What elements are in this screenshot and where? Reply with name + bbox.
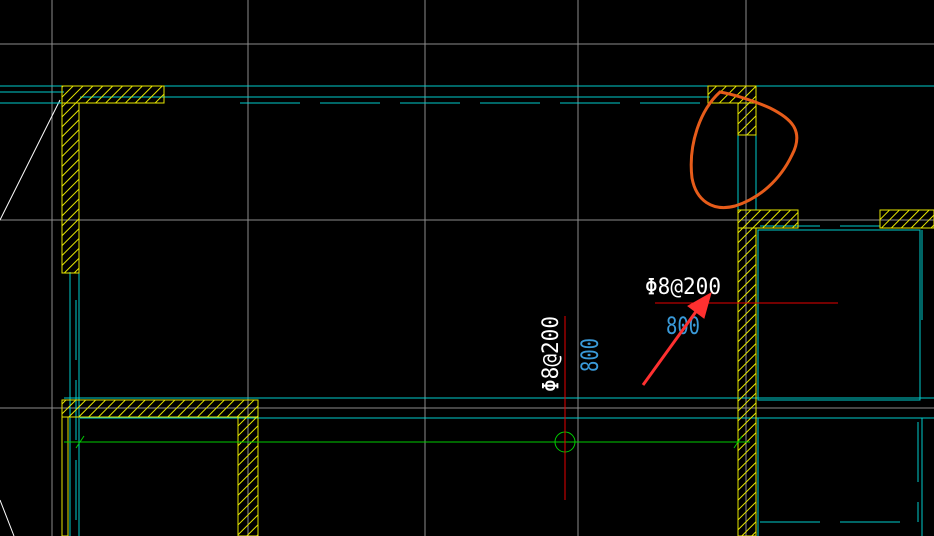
cad-viewport[interactable]: Φ8@200 800 Φ8@200 800: [0, 0, 934, 536]
wall-segment: [61, 102, 80, 274]
vertical-rebar-spec[interactable]: Φ8@200: [539, 316, 564, 392]
grid-lines: [0, 0, 934, 536]
dashed-lines: [75, 102, 919, 536]
hatched-walls: [61, 85, 934, 536]
wall-segment: [61, 416, 69, 536]
dimension-line: [64, 431, 750, 453]
wall-segment: [737, 102, 757, 136]
horizontal-rebar-length[interactable]: 800: [666, 312, 700, 340]
wall-segment: [237, 416, 259, 536]
cad-drawing[interactable]: Φ8@200 800 Φ8@200 800: [0, 0, 934, 536]
diagonal-lines: [0, 99, 61, 536]
wall-segment: [737, 227, 757, 536]
arrow-pointer-icon: [641, 291, 712, 386]
wall-segment: [61, 399, 259, 418]
wall-segment: [61, 85, 165, 104]
vertical-rebar-length[interactable]: 800: [576, 338, 604, 372]
wall-segment: [879, 209, 934, 229]
rebar-lines[interactable]: [564, 302, 838, 500]
wall-segment: [737, 209, 799, 229]
